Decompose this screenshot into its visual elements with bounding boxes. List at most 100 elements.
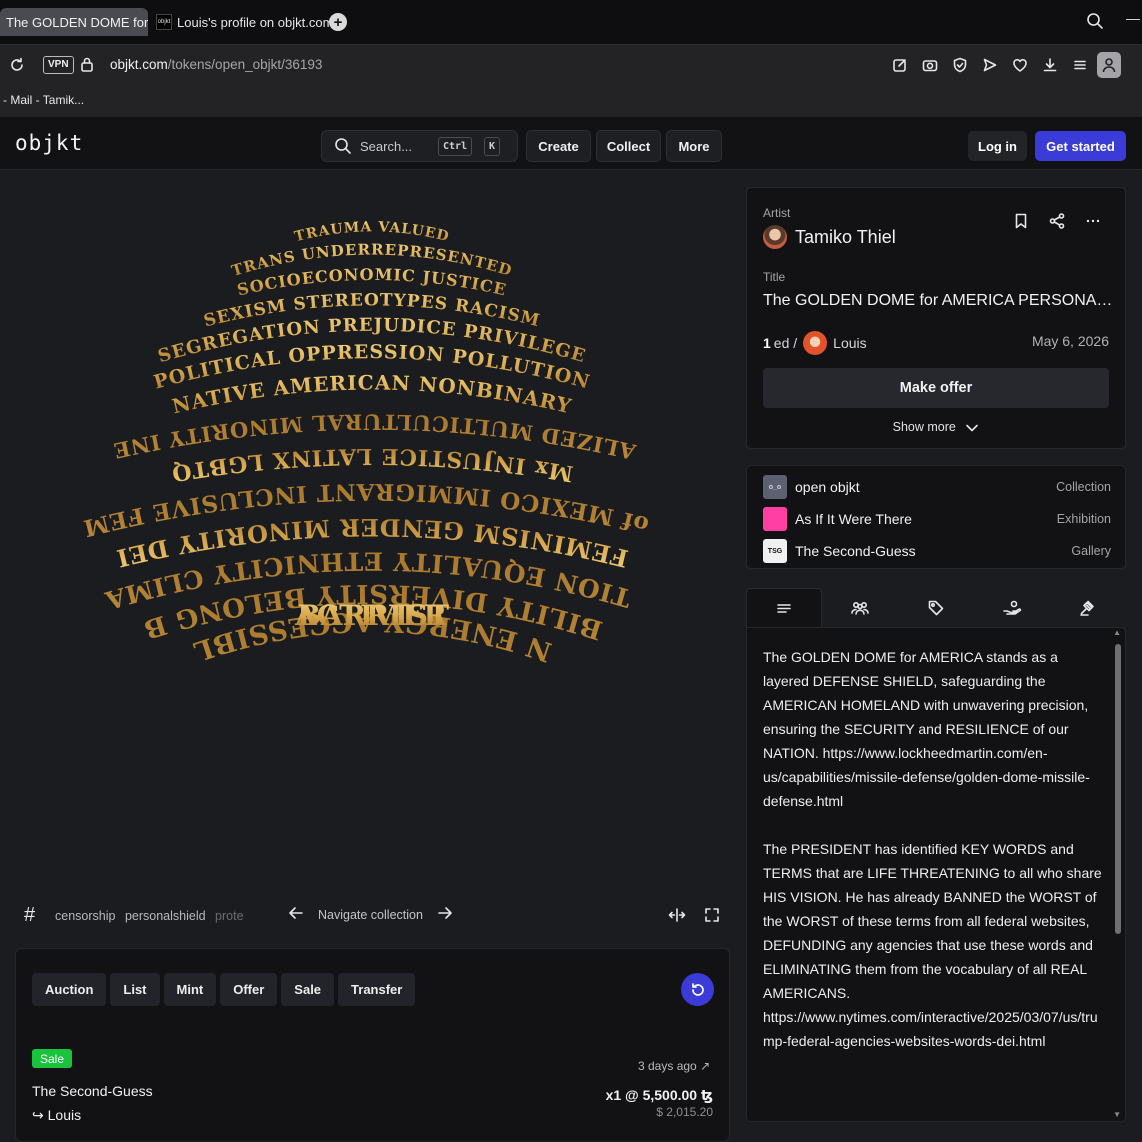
- exhibition-row[interactable]: As If It Were There Exhibition: [763, 507, 1111, 531]
- refresh-icon: [691, 982, 704, 996]
- card-actions: [1012, 212, 1102, 235]
- filter-list[interactable]: List: [110, 973, 160, 1006]
- login-button[interactable]: Log in: [968, 131, 1027, 161]
- send-icon[interactable]: [980, 55, 1000, 75]
- share-icon[interactable]: [1048, 212, 1066, 235]
- description-text: The GOLDEN DOME for AMERICA stands as a …: [763, 645, 1103, 1077]
- event-time[interactable]: 3 days ago ↗: [638, 1059, 710, 1073]
- create-button[interactable]: Create: [526, 130, 591, 162]
- collection-name: open objkt: [795, 479, 860, 495]
- arrow-left-icon[interactable]: [288, 906, 304, 923]
- menu-icon[interactable]: [1070, 55, 1090, 75]
- tab-search-icon[interactable]: [1086, 12, 1104, 35]
- arrow-return-icon: ↪: [32, 1107, 48, 1123]
- exhibition-name: As If It Were There: [795, 511, 912, 527]
- heart-icon[interactable]: [1010, 55, 1030, 75]
- avatar: [763, 225, 787, 249]
- show-more-label: Show more: [892, 420, 956, 434]
- collect-button[interactable]: Collect: [596, 130, 661, 162]
- browser-tab-bar: The GOLDEN DOME for AMERICA PERSONAL SHI…: [0, 0, 1142, 44]
- scrollbar-thumb[interactable]: [1115, 644, 1121, 934]
- tag[interactable]: prote: [215, 909, 244, 923]
- tag[interactable]: censorship: [55, 909, 115, 923]
- edit-icon[interactable]: [890, 55, 910, 75]
- fit-width-icon[interactable]: [668, 907, 686, 928]
- scroll-down-icon[interactable]: ▼: [1113, 1110, 1121, 1119]
- address-bar-actions: [890, 55, 1090, 75]
- exhibition-type: Exhibition: [1056, 512, 1111, 526]
- address-bar: VPN objkt.com/tokens/open_objkt/36193: [0, 44, 1142, 84]
- lock-icon[interactable]: [80, 56, 94, 77]
- kbd-k: K: [484, 137, 501, 156]
- event-buyer[interactable]: ↪ Louis: [32, 1107, 81, 1124]
- tab-offers[interactable]: [974, 588, 1050, 628]
- more-button[interactable]: More: [666, 130, 722, 162]
- filter-auction[interactable]: Auction: [32, 973, 107, 1006]
- browser-tab-active[interactable]: The GOLDEN DOME for AMERICA PERSONAL SHI…: [0, 8, 148, 36]
- title-label: Title: [763, 270, 786, 284]
- collection-type: Collection: [1056, 480, 1111, 494]
- make-offer-button[interactable]: Make offer: [763, 368, 1109, 408]
- url-field[interactable]: objkt.com/tokens/open_objkt/36193: [110, 57, 322, 72]
- artwork-viewer[interactable]: TRAUMA VALUED TRANS UNDERREPRESENTED SOCIO…: [0, 170, 740, 890]
- event-price-usd: $ 2,015.20: [656, 1105, 713, 1119]
- arrow-right-icon[interactable]: [437, 906, 453, 923]
- browser-tab-profile[interactable]: objkt Louis's profile on objkt.com: [150, 8, 330, 36]
- vpn-badge[interactable]: VPN: [43, 56, 74, 74]
- tab-listings[interactable]: [898, 588, 974, 628]
- filter-sale[interactable]: Sale: [281, 973, 335, 1006]
- tag[interactable]: personalshield: [125, 909, 206, 923]
- objkt-logo[interactable]: objkt: [15, 131, 83, 155]
- show-more-button[interactable]: Show more: [747, 420, 1125, 434]
- external-link-icon: ↗: [700, 1059, 711, 1073]
- download-icon[interactable]: [1040, 55, 1060, 75]
- bookmark-mail[interactable]: - Mail - Tamik...: [3, 93, 84, 107]
- fullscreen-icon[interactable]: [704, 907, 720, 928]
- more-options-icon[interactable]: [1084, 212, 1102, 235]
- gallery-row[interactable]: TSG The Second-Guess Gallery: [763, 539, 1111, 563]
- event-seller[interactable]: The Second-Guess: [32, 1083, 153, 1099]
- token-title: The GOLDEN DOME for AMERICA PERSONAL SHI…: [763, 292, 1113, 309]
- edition-owner-row: 1 ed / Louis: [763, 331, 867, 355]
- filter-offer[interactable]: Offer: [220, 973, 278, 1006]
- minimize-icon[interactable]: —: [1126, 10, 1140, 26]
- tab-history[interactable]: [1050, 588, 1126, 628]
- tag-list: censorship personalshield prote: [55, 909, 245, 923]
- description-panel[interactable]: The GOLDEN DOME for AMERICA stands as a …: [746, 627, 1126, 1122]
- bookmark-icon[interactable]: [1012, 212, 1030, 235]
- camera-icon[interactable]: [920, 55, 940, 75]
- exhibition-logo: [763, 507, 787, 531]
- navigate-collection-label: Navigate collection: [318, 907, 423, 922]
- gallery-name: The Second-Guess: [795, 543, 916, 559]
- refresh-button[interactable]: [681, 973, 714, 1006]
- edition-suffix: ed /: [773, 335, 798, 351]
- text-lines-icon: [777, 603, 791, 613]
- reload-icon[interactable]: [8, 56, 26, 79]
- description-paragraph: The PRESIDENT has identified KEY WORDS a…: [763, 841, 1102, 1049]
- owner-avatar[interactable]: [803, 331, 828, 355]
- artist-name: Tamiko Thiel: [795, 226, 896, 247]
- gavel-icon: [1080, 600, 1094, 616]
- search-input[interactable]: Search... Ctrl K: [321, 130, 518, 162]
- search-placeholder: Search...: [360, 138, 413, 154]
- kbd-ctrl: Ctrl: [438, 137, 473, 156]
- new-tab-button[interactable]: +: [329, 13, 347, 31]
- filter-mint[interactable]: Mint: [163, 973, 217, 1006]
- get-started-button[interactable]: Get started: [1035, 131, 1126, 161]
- activity-panel: Auction List Mint Offer Sale Transfer Sa…: [15, 948, 730, 1142]
- users-icon: [851, 601, 869, 615]
- tab-description[interactable]: [746, 588, 822, 628]
- profile-icon[interactable]: [1097, 52, 1121, 78]
- artist[interactable]: Tamiko Thiel: [763, 225, 896, 249]
- detail-tabs: [746, 588, 1126, 628]
- chevron-down-icon: [966, 424, 979, 432]
- tab-title: Louis's profile on objkt.com: [177, 14, 330, 30]
- owner-name[interactable]: Louis: [833, 335, 866, 351]
- filter-transfer[interactable]: Transfer: [338, 973, 416, 1006]
- hashtag-icon: #: [24, 904, 36, 926]
- scrollbar[interactable]: [1115, 634, 1121, 1118]
- shield-icon[interactable]: [950, 55, 970, 75]
- tab-title: The GOLDEN DOME for AMERICA PERSONAL SHI…: [6, 14, 148, 30]
- tab-owners[interactable]: [822, 588, 898, 628]
- collection-row[interactable]: o_o open objkt Collection: [763, 475, 1111, 499]
